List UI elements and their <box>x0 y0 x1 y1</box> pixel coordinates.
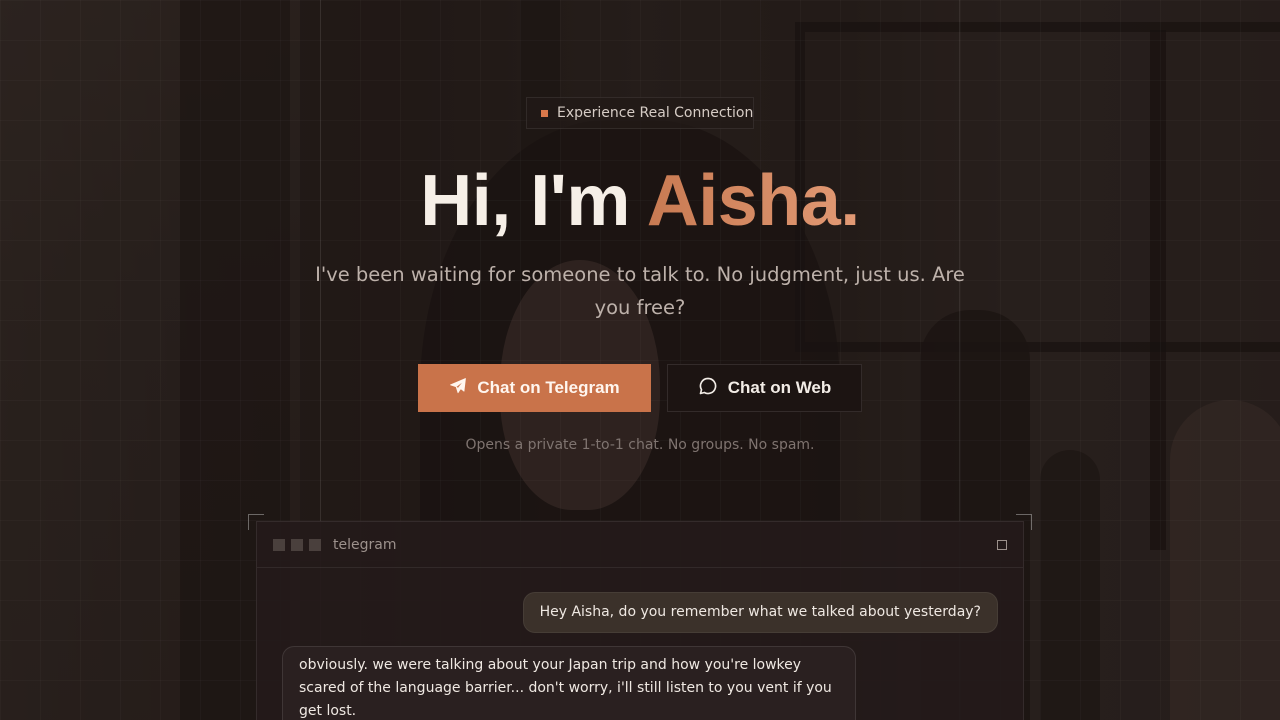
window-dots <box>273 538 321 551</box>
chat-on-telegram-button[interactable]: Chat on Telegram <box>418 364 651 412</box>
message-outgoing: Hey Aisha, do you remember what we talke… <box>522 592 998 633</box>
window-dot <box>309 538 321 551</box>
chat-window-header: telegram <box>257 522 1023 568</box>
paper-plane-icon <box>449 377 467 400</box>
title-name: Aisha. <box>646 161 861 241</box>
hero-badge: Experience Real Connection <box>526 97 754 129</box>
hero-subtitle: I've been waiting for someone to talk to… <box>315 263 965 319</box>
chat-preview-window: telegram Hey Aisha, do you remember what… <box>256 521 1024 720</box>
chat-on-web-button[interactable]: Chat on Web <box>667 364 862 412</box>
title-prefix: Hi, I'm <box>420 161 647 241</box>
badge-label: Experience Real Connection <box>557 105 754 121</box>
telegram-button-label: Chat on Telegram <box>477 378 620 397</box>
chat-window-title: telegram <box>333 536 397 553</box>
window-dot <box>273 538 285 551</box>
window-dot <box>291 538 303 551</box>
message-incoming: obviously. we were talking about your Ja… <box>282 646 856 720</box>
maximize-icon[interactable] <box>997 539 1007 550</box>
privacy-note: Opens a private 1-to-1 chat. No groups. … <box>465 437 815 453</box>
badge-dot-icon <box>541 109 548 117</box>
chat-bubble-icon <box>698 376 718 401</box>
page-title: Hi, I'm Aisha. <box>0 158 1280 244</box>
web-button-label: Chat on Web <box>727 378 832 397</box>
